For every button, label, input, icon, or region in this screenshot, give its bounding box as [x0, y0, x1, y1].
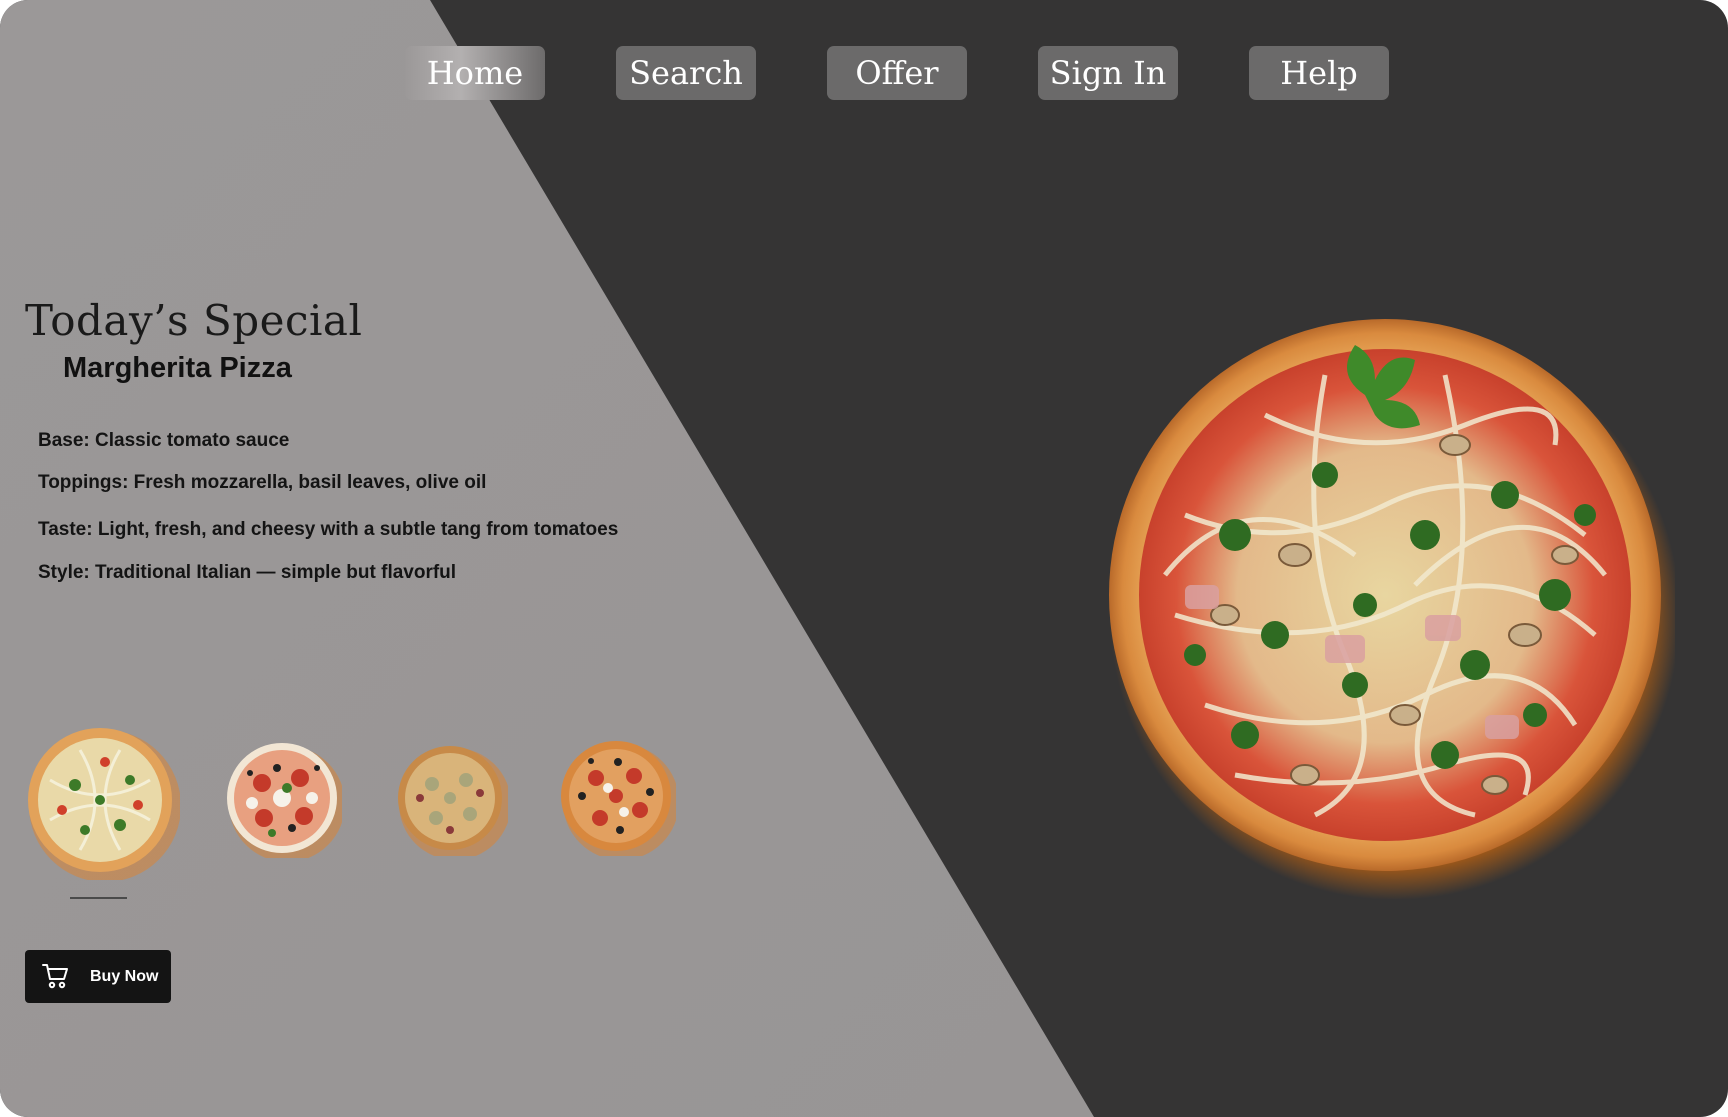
detail-taste: Taste: Light, fresh, and cheesy with a s… — [38, 519, 619, 540]
cart-icon — [42, 964, 68, 989]
hero-pizza-image — [1109, 319, 1675, 900]
detail-style: Style: Traditional Italian — simple but … — [38, 562, 457, 583]
page-frame: Home Search Offer Sign In Help Today’s S… — [0, 0, 1728, 1117]
pizza-thumbnail-3[interactable] — [392, 740, 508, 856]
detail-base: Base: Classic tomato sauce — [38, 430, 290, 451]
pizza-thumbnail-2[interactable] — [222, 738, 342, 858]
buy-now-button[interactable]: Buy Now — [25, 950, 171, 1003]
nav-help-button[interactable]: Help — [1249, 46, 1389, 100]
nav-search-button[interactable]: Search — [616, 46, 756, 100]
special-heading: Today’s Special — [25, 296, 363, 345]
detail-toppings: Toppings: Fresh mozzarella, basil leaves… — [38, 472, 487, 493]
nav-offer-button[interactable]: Offer — [827, 46, 967, 100]
nav-home-button[interactable]: Home — [405, 46, 545, 100]
nav-sign-in-button[interactable]: Sign In — [1038, 46, 1178, 100]
carousel-selected-indicator — [70, 897, 127, 899]
pizza-name: Margherita Pizza — [63, 352, 292, 384]
pizza-thumbnail-1[interactable] — [20, 720, 180, 880]
buy-now-label: Buy Now — [90, 968, 159, 985]
pizza-thumbnail-4[interactable] — [556, 736, 676, 856]
